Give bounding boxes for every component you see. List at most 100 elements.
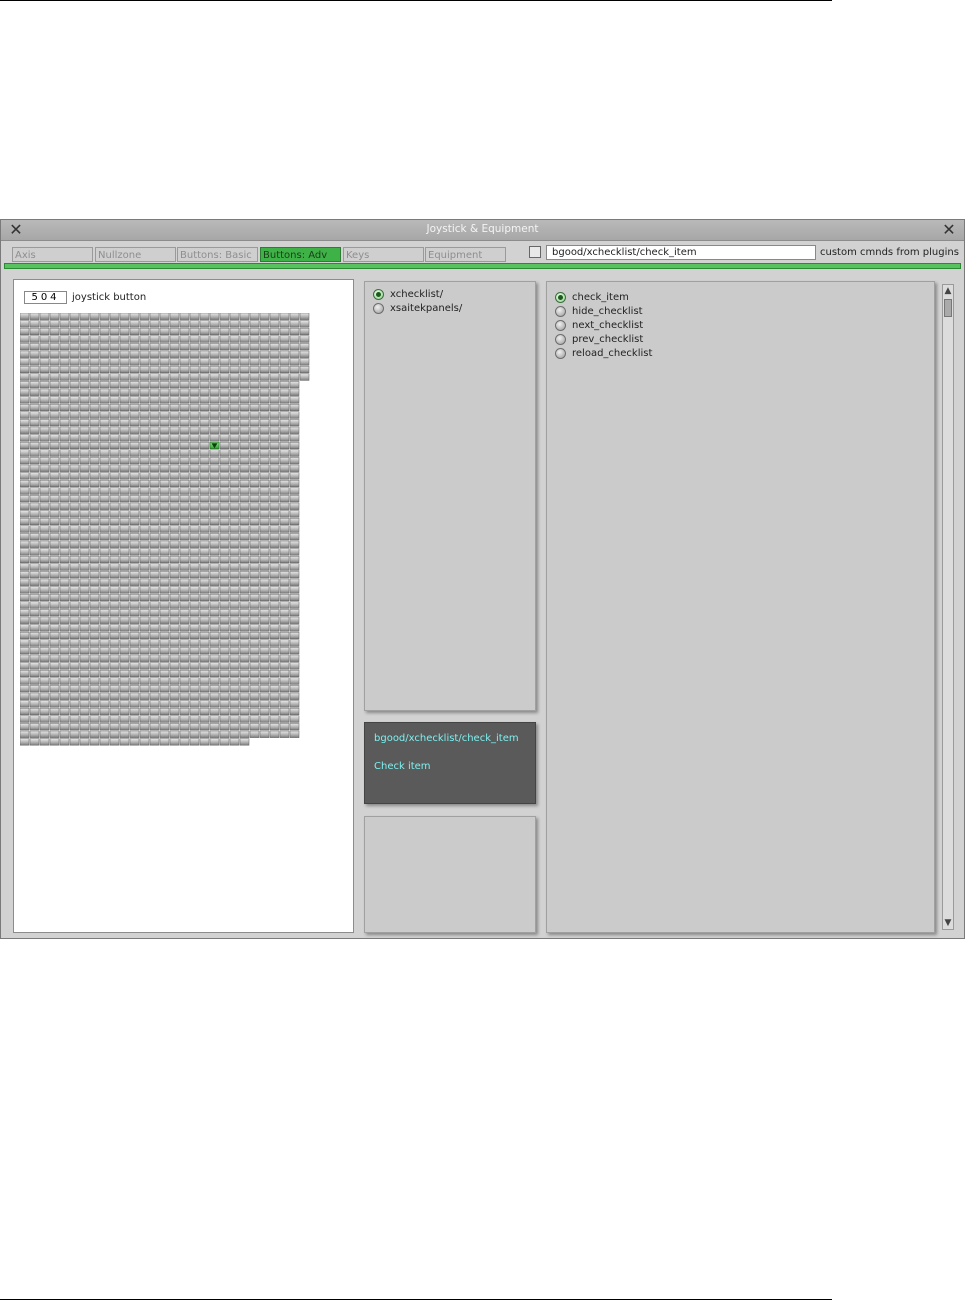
joystick-button-cell[interactable] (69, 533, 80, 541)
joystick-button-cell[interactable] (109, 502, 120, 510)
joystick-button-cell[interactable] (239, 586, 250, 594)
joystick-button-cell[interactable] (119, 434, 130, 442)
joystick-button-cell[interactable] (39, 487, 50, 495)
joystick-button-cell[interactable] (129, 601, 140, 609)
joystick-button-cell[interactable] (129, 373, 140, 381)
joystick-button-cell[interactable] (209, 616, 220, 624)
joystick-button-cell[interactable] (269, 434, 280, 442)
joystick-button-cell[interactable] (59, 616, 70, 624)
joystick-button-cell[interactable] (139, 548, 150, 556)
joystick-button-cell[interactable] (169, 434, 180, 442)
joystick-button-cell[interactable] (189, 320, 200, 328)
joystick-button-cell[interactable] (39, 495, 50, 503)
joystick-button-cell[interactable] (259, 426, 270, 434)
joystick-button-cell[interactable] (79, 525, 90, 533)
joystick-button-cell[interactable] (219, 639, 230, 647)
joystick-button-cell[interactable] (159, 631, 170, 640)
joystick-button-cell[interactable] (269, 487, 280, 495)
joystick-button-cell[interactable] (99, 555, 110, 564)
joystick-button-cell[interactable] (99, 723, 110, 731)
joystick-button-cell[interactable] (229, 631, 240, 640)
joystick-button-cell[interactable] (149, 517, 160, 526)
joystick-button-cell[interactable] (69, 669, 80, 678)
joystick-button-cell[interactable] (149, 472, 160, 480)
joystick-button-cell[interactable] (179, 715, 190, 723)
joystick-button-cell[interactable] (169, 487, 180, 495)
joystick-button-cell[interactable] (59, 373, 70, 381)
joystick-button-cell[interactable] (209, 609, 220, 617)
joystick-button-cell[interactable] (169, 441, 180, 450)
joystick-button-cell[interactable] (129, 313, 140, 320)
joystick-button-cell[interactable] (129, 540, 140, 548)
joystick-button-cell[interactable] (179, 540, 190, 548)
joystick-button-cell[interactable] (209, 586, 220, 594)
joystick-button-cell[interactable] (69, 707, 80, 716)
joystick-button-cell[interactable] (29, 533, 40, 541)
joystick-button-cell[interactable] (249, 426, 260, 434)
joystick-button-cell[interactable] (119, 495, 130, 503)
joystick-button-cell[interactable] (149, 411, 160, 419)
joystick-button-cell[interactable] (289, 593, 300, 602)
joystick-button-cell[interactable] (149, 525, 160, 533)
joystick-button-cell[interactable] (49, 388, 60, 396)
joystick-button-cell[interactable] (20, 662, 30, 670)
joystick-button-cell[interactable] (79, 419, 90, 427)
joystick-button-cell[interactable] (279, 677, 290, 685)
joystick-button-cell[interactable] (209, 502, 220, 510)
joystick-button-cell[interactable] (289, 373, 300, 381)
joystick-button-cell[interactable] (20, 502, 30, 510)
joystick-button-cell[interactable] (289, 403, 300, 412)
joystick-button-cell[interactable] (179, 601, 190, 609)
joystick-button-cell[interactable] (159, 434, 170, 442)
joystick-button-cell[interactable] (209, 555, 220, 564)
joystick-button-cell[interactable] (109, 647, 120, 655)
joystick-button-cell[interactable] (229, 388, 240, 396)
joystick-button-cell[interactable] (69, 685, 80, 693)
joystick-button-cell[interactable] (179, 373, 190, 381)
joystick-button-cell[interactable] (69, 609, 80, 617)
joystick-button-cell[interactable] (20, 434, 30, 442)
joystick-button-cell[interactable] (249, 434, 260, 442)
joystick-button-cell[interactable] (99, 403, 110, 412)
joystick-button-cell[interactable] (129, 593, 140, 602)
joystick-button-cell[interactable] (79, 715, 90, 723)
joystick-button-cell[interactable] (139, 555, 150, 564)
joystick-button-cell[interactable] (219, 685, 230, 693)
joystick-button-cell[interactable] (219, 616, 230, 624)
joystick-button-cell[interactable] (69, 434, 80, 442)
joystick-button-cell[interactable] (159, 365, 170, 374)
joystick-button-cell[interactable] (39, 449, 50, 457)
joystick-button-cell[interactable] (219, 396, 230, 404)
joystick-button-cell[interactable] (169, 335, 180, 343)
joystick-button-cell[interactable] (269, 495, 280, 503)
joystick-button-cell[interactable] (179, 578, 190, 586)
joystick-button-cell[interactable] (109, 609, 120, 617)
joystick-button-cell[interactable] (209, 578, 220, 586)
joystick-button-cell[interactable] (169, 707, 180, 716)
joystick-button-cell[interactable] (20, 426, 30, 434)
joystick-button-cell[interactable] (59, 548, 70, 556)
joystick-button-cell[interactable] (99, 510, 110, 518)
joystick-button-cell[interactable] (99, 358, 110, 366)
joystick-button-cell[interactable] (209, 624, 220, 632)
joystick-button-cell[interactable] (239, 449, 250, 457)
joystick-button-cell[interactable] (259, 715, 270, 723)
tab-buttons-adv[interactable]: Buttons: Adv (260, 247, 341, 262)
joystick-button-cell[interactable] (129, 616, 140, 624)
joystick-button-cell[interactable] (129, 320, 140, 328)
joystick-button-cell[interactable] (119, 479, 130, 488)
joystick-button-cell[interactable] (189, 313, 200, 320)
joystick-button-cell[interactable] (49, 472, 60, 480)
joystick-button-cell[interactable] (159, 662, 170, 670)
joystick-button-cell[interactable] (20, 517, 30, 526)
joystick-button-cell[interactable] (59, 426, 70, 434)
joystick-button-cell[interactable] (189, 685, 200, 693)
joystick-button-cell[interactable] (49, 502, 60, 510)
joystick-button-cell[interactable] (69, 563, 80, 571)
joystick-button-cell[interactable] (239, 388, 250, 396)
joystick-button-cell[interactable] (79, 373, 90, 381)
joystick-button-cell[interactable] (169, 738, 180, 746)
window-titlebar[interactable]: ✕ Joystick & Equipment ✕ (1, 220, 964, 241)
joystick-button-cell[interactable] (69, 647, 80, 655)
joystick-button-cell[interactable] (269, 441, 280, 450)
